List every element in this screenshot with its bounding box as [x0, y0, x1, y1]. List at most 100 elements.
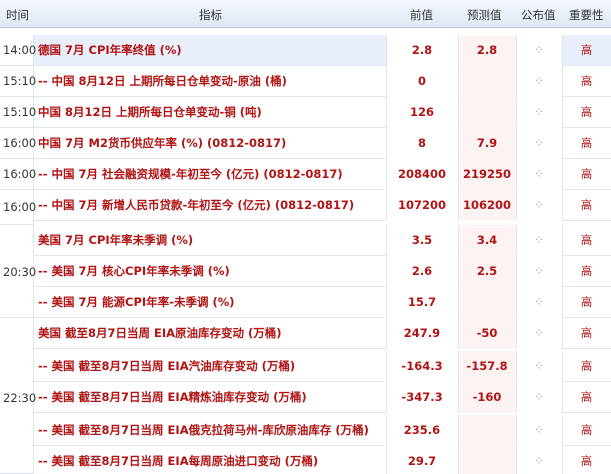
time-label: 20:30 [3, 265, 37, 279]
loading-spinner-icon: ⁘ [533, 167, 545, 181]
time-cell: 15:10 [0, 66, 37, 97]
header-forecast: 预测值 [467, 8, 502, 22]
header-indicator: 指标 [199, 8, 222, 22]
table-row[interactable]: 美国 截至8月7日当周 EIA原油库存变动 (万桶) 247.9 -50 ⁘ 高 [0, 318, 611, 349]
importance-value: 高 [580, 43, 593, 57]
forecast-value: -50 [476, 326, 498, 340]
importance-value: 高 [580, 326, 593, 340]
previous-value: 0 [417, 74, 426, 88]
previous-value: 247.9 [403, 326, 441, 340]
indicator-name[interactable]: -- 中国 7月 新增人民币贷款-年初至今 (亿元) (0812-0817) [38, 190, 354, 221]
indicator-name[interactable]: -- 中国 8月12日 上期所每日仓单变动-原油 (桶) [38, 66, 287, 97]
loading-spinner-icon: ⁘ [533, 233, 545, 247]
loading-spinner-icon: ⁘ [533, 390, 545, 404]
indicator-name[interactable]: 德国 7月 CPI年率终值 (%) [38, 35, 182, 66]
time-label: 16:00 [3, 200, 37, 214]
time-label: 15:10 [3, 105, 37, 119]
time-cell: 16:00 [0, 128, 37, 159]
time-label: 15:10 [3, 74, 37, 88]
time-label: 22:30 [3, 391, 37, 405]
importance-value: 高 [580, 295, 593, 309]
table-row[interactable]: -- 美国 7月 核心CPI年率未季调 (%) 2.6 2.5 ⁘ 高 [0, 256, 611, 287]
time-cell: 20:30 [0, 225, 37, 318]
importance-value: 高 [580, 136, 593, 150]
loading-spinner-icon: ⁘ [533, 136, 545, 150]
previous-value: 2.8 [411, 43, 433, 57]
loading-spinner-icon: ⁘ [533, 105, 545, 119]
loading-spinner-icon: ⁘ [533, 43, 545, 57]
indicator-name[interactable]: 中国 7月 M2货币供应年率 (%) (0812-0817) [38, 128, 286, 159]
table-header: 时间 指标 前值 预测值 公布值 重要性 [0, 0, 611, 28]
indicator-name[interactable]: -- 美国 截至8月7日当周 EIA俄克拉荷马州-库欣原油库存 (万桶) [38, 415, 369, 446]
header-importance: 重要性 [569, 8, 604, 22]
table-row[interactable]: 德国 7月 CPI年率终值 (%) 2.8 2.8 ⁘ 高 [0, 35, 611, 66]
indicator-name[interactable]: -- 美国 7月 能源CPI年率-未季调 (%) [38, 287, 235, 318]
table-row[interactable]: -- 中国 7月 新增人民币贷款-年初至今 (亿元) (0812-0817) 10… [0, 190, 611, 221]
table-row[interactable]: -- 美国 截至8月7日当周 EIA每周原油进口变动 (万桶) 29.7 ⁘ 高 [0, 446, 611, 474]
time-cell: 16:00 [0, 190, 37, 225]
forecast-value [458, 97, 516, 128]
header-published: 公布值 [521, 8, 556, 22]
forecast-value: 3.4 [476, 233, 498, 247]
forecast-value [458, 446, 516, 474]
forecast-value [458, 415, 516, 446]
table-row[interactable]: 中国 7月 M2货币供应年率 (%) (0812-0817) 8 7.9 ⁘ 高 [0, 128, 611, 159]
previous-value: 208400 [397, 167, 446, 181]
forecast-value: -157.8 [466, 359, 508, 373]
indicator-name[interactable]: 中国 8月12日 上期所每日仓单变动-铜 (吨) [38, 97, 262, 128]
loading-spinner-icon: ⁘ [533, 359, 545, 373]
importance-value: 高 [580, 198, 593, 212]
importance-value: 高 [580, 167, 593, 181]
table-row[interactable]: -- 美国 7月 能源CPI年率-未季调 (%) 15.7 ⁘ 高 [0, 287, 611, 318]
indicator-name[interactable]: -- 美国 截至8月7日当周 EIA精炼油库存变动 (万桶) [38, 382, 307, 413]
previous-value: 15.7 [407, 295, 437, 309]
importance-value: 高 [580, 359, 593, 373]
loading-spinner-icon: ⁘ [533, 295, 545, 309]
importance-value: 高 [580, 454, 593, 468]
previous-value: 29.7 [407, 454, 437, 468]
forecast-value: 106200 [462, 198, 511, 212]
previous-value: -347.3 [401, 390, 443, 404]
table-row[interactable]: -- 美国 截至8月7日当周 EIA汽油库存变动 (万桶) -164.3 -157.… [0, 351, 611, 382]
table-row[interactable]: 美国 7月 CPI年率未季调 (%) 3.5 3.4 ⁘ 高 [0, 225, 611, 256]
importance-value: 高 [580, 390, 593, 404]
table-row[interactable]: 中国 8月12日 上期所每日仓单变动-铜 (吨) 126 ⁘ 高 [0, 97, 611, 128]
forecast-value: -160 [472, 390, 502, 404]
forecast-value [458, 287, 516, 318]
previous-value: 126 [409, 105, 434, 119]
forecast-value: 2.8 [476, 43, 498, 57]
previous-value: 8 [417, 136, 426, 150]
forecast-value: 2.5 [476, 264, 498, 278]
time-cell: 16:00 [0, 159, 36, 190]
time-label: 14:00 [3, 43, 37, 57]
time-cell: 15:10 [0, 97, 37, 128]
previous-value: 235.6 [403, 423, 441, 437]
importance-value: 高 [580, 233, 593, 247]
previous-value: -164.3 [401, 359, 443, 373]
importance-value: 高 [580, 105, 593, 119]
loading-spinner-icon: ⁘ [533, 423, 545, 437]
previous-value: 107200 [397, 198, 446, 212]
importance-value: 高 [580, 264, 593, 278]
indicator-name[interactable]: -- 美国 截至8月7日当周 EIA汽油库存变动 (万桶) [38, 351, 295, 382]
indicator-name[interactable]: -- 美国 7月 核心CPI年率未季调 (%) [38, 256, 230, 287]
table-row[interactable]: -- 中国 7月 社会融资规模-年初至今 (亿元) (0812-0817) 208… [0, 159, 611, 190]
loading-spinner-icon: ⁘ [533, 326, 545, 340]
indicator-name[interactable]: -- 中国 7月 社会融资规模-年初至今 (亿元) (0812-0817) [38, 159, 343, 190]
loading-spinner-icon: ⁘ [533, 74, 545, 88]
time-cell: 14:00 [0, 35, 37, 66]
importance-value: 高 [580, 423, 593, 437]
forecast-value: 7.9 [476, 136, 498, 150]
forecast-value: 219250 [462, 167, 511, 181]
table-row[interactable]: -- 美国 截至8月7日当周 EIA精炼油库存变动 (万桶) -347.3 -160… [0, 382, 611, 413]
forecast-value [458, 66, 516, 97]
indicator-name[interactable]: 美国 7月 CPI年率未季调 (%) [38, 225, 193, 256]
table-row[interactable]: -- 美国 截至8月7日当周 EIA俄克拉荷马州-库欣原油库存 (万桶) 235.… [0, 415, 611, 446]
loading-spinner-icon: ⁘ [533, 264, 545, 278]
time-label: 16:00 [3, 136, 37, 150]
table-row[interactable]: -- 中国 8月12日 上期所每日仓单变动-原油 (桶) 0 ⁘ 高 [0, 66, 611, 97]
indicator-name[interactable]: -- 美国 截至8月7日当周 EIA每周原油进口变动 (万桶) [38, 446, 318, 474]
loading-spinner-icon: ⁘ [533, 198, 545, 212]
indicator-name[interactable]: 美国 截至8月7日当周 EIA原油库存变动 (万桶) [38, 318, 282, 349]
previous-value: 3.5 [411, 233, 433, 247]
